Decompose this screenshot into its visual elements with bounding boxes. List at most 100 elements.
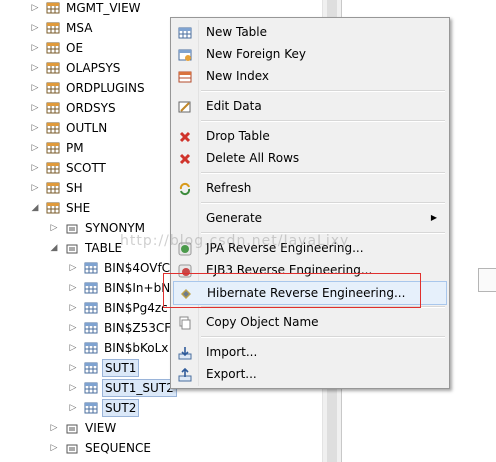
tree-item-label: BIN$4OVfC — [104, 261, 171, 275]
table-icon — [84, 321, 98, 335]
tree-item-label: OUTLN — [66, 121, 108, 135]
table-icon — [84, 341, 98, 355]
tree-item-label: SUT2 — [102, 399, 140, 417]
expand-right-icon[interactable]: ▷ — [30, 78, 40, 98]
expand-right-icon[interactable]: ▷ — [30, 18, 40, 38]
table-icon — [84, 261, 98, 275]
schema-icon — [46, 141, 60, 155]
context-menu: New Table New Foreign Key New Index Edit Da… — [170, 17, 450, 389]
tree-item-label: OLAPSYS — [66, 61, 121, 75]
edit-data-icon — [178, 99, 192, 113]
expand-right-icon[interactable]: ▷ — [30, 58, 40, 78]
menu-item-label: New Table — [206, 25, 268, 39]
new-foreign-key-icon — [178, 47, 192, 61]
tree-item-label: ORDSYS — [66, 101, 116, 115]
menu-item-refresh[interactable]: Refresh — [173, 177, 445, 199]
expand-right-icon[interactable]: ▷ — [30, 118, 40, 138]
expand-right-icon[interactable]: ▷ — [49, 438, 59, 458]
table-icon — [84, 401, 98, 415]
expand-right-icon[interactable]: ▷ — [30, 138, 40, 158]
tree-item-label: VIEW — [85, 421, 117, 435]
table-icon — [84, 361, 98, 375]
refresh-icon — [178, 181, 192, 196]
tree-item-label: BIN$Z53CF — [104, 321, 172, 335]
expand-right-icon[interactable]: ▷ — [68, 258, 78, 278]
expand-right-icon[interactable]: ▷ — [49, 418, 59, 438]
folder-icon — [65, 421, 79, 435]
folder-icon — [65, 441, 79, 455]
menu-item-delete-all-rows[interactable]: Delete All Rows — [173, 147, 445, 169]
tree-item-label: SH — [66, 181, 83, 195]
new-table-icon — [178, 25, 192, 39]
submenu-arrow-icon: ▶ — [430, 213, 437, 222]
tree-item-label: SUT1_SUT2 — [102, 379, 177, 397]
menu-item-new-table[interactable]: New Table — [173, 21, 445, 43]
menu-separator — [201, 120, 445, 122]
schema-icon — [46, 161, 60, 175]
tree-item-label: SUT1 — [102, 359, 140, 377]
tree-item-label: MSA — [66, 21, 93, 35]
copy-icon — [178, 315, 192, 330]
table-icon — [84, 381, 98, 395]
expand-right-icon[interactable]: ▷ — [68, 298, 78, 318]
menu-item-label: Copy Object Name — [206, 315, 319, 329]
schema-icon — [46, 41, 60, 55]
expand-right-icon[interactable]: ▷ — [68, 278, 78, 298]
folder-icon — [65, 241, 79, 255]
tree-item-label: MGMT_VIEW — [66, 1, 141, 15]
expand-right-icon[interactable]: ▷ — [68, 398, 78, 418]
expand-right-icon[interactable]: ▷ — [30, 158, 40, 178]
schema-icon — [46, 1, 60, 15]
menu-item-label: Edit Data — [206, 99, 262, 113]
menu-item-export[interactable]: Export... — [173, 363, 445, 385]
table-icon — [84, 301, 98, 315]
table-icon — [84, 281, 98, 295]
expand-right-icon[interactable]: ▷ — [68, 378, 78, 398]
schema-icon — [46, 61, 60, 75]
menu-item-label: Refresh — [206, 181, 252, 195]
schema-icon — [46, 181, 60, 195]
tree-item-label: PM — [66, 141, 84, 155]
menu-item-copy-object-name[interactable]: Copy Object Name — [173, 311, 445, 333]
menu-item-import[interactable]: Import... — [173, 341, 445, 363]
expand-right-icon[interactable]: ▷ — [30, 178, 40, 198]
menu-item-edit-data[interactable]: Edit Data — [173, 95, 445, 117]
annotation-highlight-box — [163, 273, 421, 308]
delete-rows-icon — [178, 151, 192, 165]
expand-right-icon[interactable]: ▷ — [49, 218, 59, 238]
menu-item-new-foreign-key[interactable]: New Foreign Key — [173, 43, 445, 65]
menu-item-generate[interactable]: Generate ▶ — [173, 207, 445, 229]
expand-right-icon[interactable]: ▷ — [68, 318, 78, 338]
expand-down-icon[interactable]: ◢ — [49, 238, 59, 258]
menu-separator — [201, 336, 445, 338]
schema-icon — [46, 201, 60, 215]
menu-item-label: Drop Table — [206, 129, 270, 143]
outline-tab-icon[interactable] — [478, 268, 496, 292]
tree-item-label: BIN$Pg4zc — [104, 301, 168, 315]
expand-down-icon[interactable]: ◢ — [30, 198, 40, 218]
schema-icon — [46, 121, 60, 135]
schema-icon — [46, 21, 60, 35]
tree-item-label: SCOTT — [66, 161, 106, 175]
import-icon — [178, 345, 192, 360]
expand-right-icon[interactable]: ▷ — [68, 338, 78, 358]
menu-item-label: New Index — [206, 69, 270, 83]
menu-item-new-index[interactable]: New Index — [173, 65, 445, 87]
menu-item-drop-table[interactable]: Drop Table — [173, 125, 445, 147]
menu-item-label: Delete All Rows — [206, 151, 300, 165]
expand-right-icon[interactable]: ▷ — [30, 98, 40, 118]
expand-right-icon[interactable]: ▷ — [30, 38, 40, 58]
menu-item-label: Import... — [206, 345, 258, 359]
expand-right-icon[interactable]: ▷ — [30, 0, 40, 18]
tree-item-label: ORDPLUGINS — [66, 81, 145, 95]
expand-right-icon[interactable]: ▷ — [68, 358, 78, 378]
export-icon — [178, 367, 192, 382]
tree-item-label: BIN$In+bN — [104, 281, 171, 295]
menu-separator — [201, 172, 445, 174]
schema-icon — [46, 101, 60, 115]
menu-item-label: New Foreign Key — [206, 47, 306, 61]
tree-item-label: SHE — [66, 201, 91, 215]
tree-item-label: BIN$bKoLx — [104, 341, 169, 355]
watermark: http://blog.csdn.net/JavaLixy — [120, 233, 350, 249]
drop-table-icon — [178, 129, 192, 143]
